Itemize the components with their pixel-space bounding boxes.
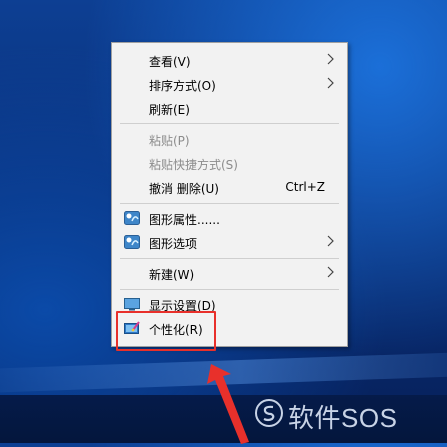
display-icon bbox=[124, 298, 140, 311]
menu-item-label: 图形属性...... bbox=[149, 213, 220, 227]
menu-item-label: 粘贴(P) bbox=[149, 134, 190, 148]
annotation-arrow-icon bbox=[207, 364, 249, 444]
menu-item-paste-shortcut: 粘贴快捷方式(S) bbox=[112, 152, 347, 174]
annotation-highlight-box bbox=[116, 311, 216, 351]
menu-item-paste: 粘贴(P) bbox=[112, 128, 347, 150]
menu-item-refresh[interactable]: 刷新(E) bbox=[112, 97, 347, 119]
menu-separator bbox=[120, 289, 339, 290]
watermark-text: 软件SOS bbox=[288, 403, 398, 433]
menu-item-label: 粘贴快捷方式(S) bbox=[149, 158, 238, 172]
menu-separator bbox=[120, 203, 339, 204]
chevron-right-icon bbox=[327, 53, 334, 65]
chevron-right-icon bbox=[327, 266, 334, 278]
intel-graphics-icon bbox=[124, 211, 140, 225]
menu-item-graphics-options[interactable]: 图形选项 bbox=[112, 231, 347, 253]
menu-item-view[interactable]: 查看(V) bbox=[112, 49, 347, 71]
watermark-logo: 软件SOS bbox=[254, 396, 434, 433]
menu-item-label: 查看(V) bbox=[149, 55, 191, 69]
menu-item-new[interactable]: 新建(W) bbox=[112, 262, 347, 284]
menu-item-graphics-properties[interactable]: 图形属性...... bbox=[112, 207, 347, 229]
watermark-s-icon bbox=[255, 399, 283, 427]
menu-item-label: 撤消 删除(U) bbox=[149, 182, 219, 196]
menu-item-shortcut: Ctrl+Z bbox=[285, 180, 325, 194]
chevron-right-icon bbox=[327, 235, 334, 247]
menu-item-label: 刷新(E) bbox=[149, 103, 190, 117]
menu-separator bbox=[120, 258, 339, 259]
menu-item-undo-delete[interactable]: 撤消 删除(U) Ctrl+Z bbox=[112, 176, 347, 198]
intel-graphics-icon bbox=[124, 235, 140, 249]
menu-item-label: 新建(W) bbox=[149, 268, 195, 282]
desktop-context-menu: 查看(V) 排序方式(O) 刷新(E) 粘贴(P) 粘贴快捷方式(S) 撤消 删… bbox=[111, 42, 348, 347]
menu-item-sort-by[interactable]: 排序方式(O) bbox=[112, 73, 347, 95]
chevron-right-icon bbox=[327, 77, 334, 89]
menu-item-label: 排序方式(O) bbox=[149, 79, 216, 93]
menu-item-label: 图形选项 bbox=[149, 237, 198, 251]
menu-separator bbox=[120, 123, 339, 124]
